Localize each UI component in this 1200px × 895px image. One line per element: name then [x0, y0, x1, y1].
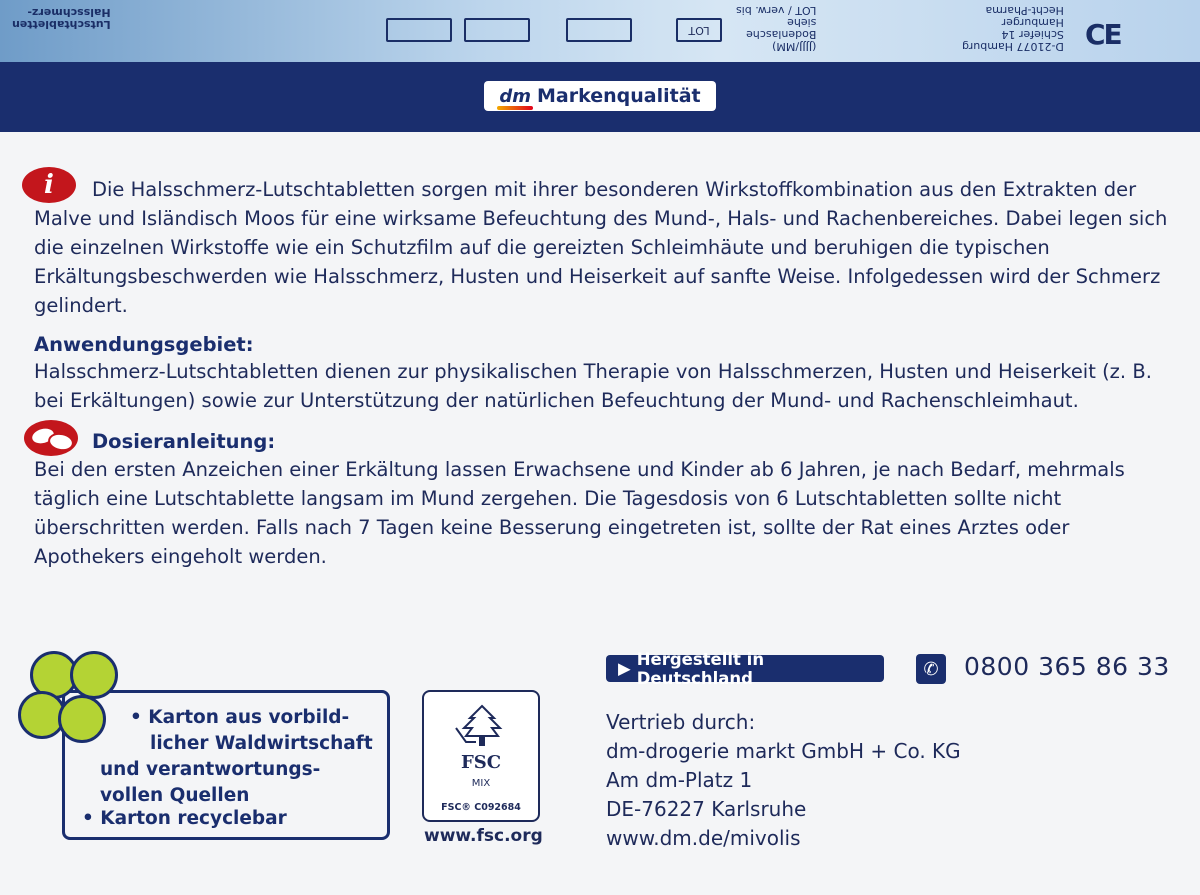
eco-line-1: • Karton aus vorbild- — [130, 707, 350, 728]
clover-icon — [12, 647, 122, 757]
top-flap-strip: Lutschtabletten Halsschmerz- LOT (JJJJ/M… — [0, 0, 1200, 62]
dm-logo: dm — [497, 85, 533, 110]
brand-badge: dm Markenqualität — [484, 81, 716, 111]
dosage-heading: Dosieranleitung: — [92, 430, 276, 453]
distributor-url: www.dm.de/mivolis — [606, 826, 801, 850]
distributor-line: Am dm-Platz 1 — [606, 768, 753, 792]
distributor-line: DE-76227 Karlsruhe — [606, 797, 807, 821]
manufacturer-address: D-21077 Hamburg Schiefer 14 Hamburger He… — [962, 4, 1064, 53]
keep-dry-icon — [464, 18, 530, 42]
distributor-line: dm-drogerie markt GmbH + Co. KG — [606, 739, 961, 763]
made-in-text: Hergestellt in Deutschland — [636, 649, 765, 688]
application-heading: Anwendungsgebiet: — [34, 333, 254, 356]
dosage-text: Bei den ersten Anzeichen einer Erkältung… — [34, 458, 1125, 568]
storage-icon — [386, 18, 452, 42]
phone-number: 0800 365 86 33 — [964, 652, 1170, 681]
application-text: Halsschmerz-Lutschtabletten dienen zur p… — [34, 360, 1152, 412]
lot-note: (JJJJ/MM) Bodenlasche siehe LOT / verw. … — [736, 4, 817, 53]
made-in-badge: ▶ Hergestellt in Deutschland — [606, 650, 884, 688]
product-description: Die Halsschmerz-Lutschtabletten sorgen m… — [34, 178, 1168, 317]
distributor-line: Vertrieb durch: — [606, 710, 756, 734]
flap-product-name: Lutschtabletten Halsschmerz- — [12, 6, 111, 31]
eco-line-5: • Karton recyclebar — [82, 808, 287, 829]
fsc-mix: MIX — [471, 778, 491, 789]
fsc-code: FSC® C092684 — [441, 802, 521, 813]
instructions-icon — [566, 18, 632, 42]
play-icon: ▶ — [618, 659, 631, 678]
eco-line-2: licher Waldwirtschaft — [150, 733, 373, 754]
eco-line-3: und verantwortungs- — [100, 759, 321, 780]
fsc-tree-icon — [455, 704, 503, 746]
distributor-block: Vertrieb durch: dm-drogerie markt GmbH +… — [606, 708, 961, 853]
lot-icon: LOT — [676, 18, 722, 42]
ce-mark: CE — [1085, 18, 1123, 51]
brand-label: Markenqualität — [537, 85, 701, 107]
tablets-icon — [24, 420, 78, 456]
fsc-label: FSC MIX FSC® C092684 — [422, 690, 540, 822]
fsc-logo-text: FSC — [460, 752, 502, 773]
fsc-url: www.fsc.org — [424, 826, 543, 846]
phone-icon: ✆ — [916, 654, 946, 684]
